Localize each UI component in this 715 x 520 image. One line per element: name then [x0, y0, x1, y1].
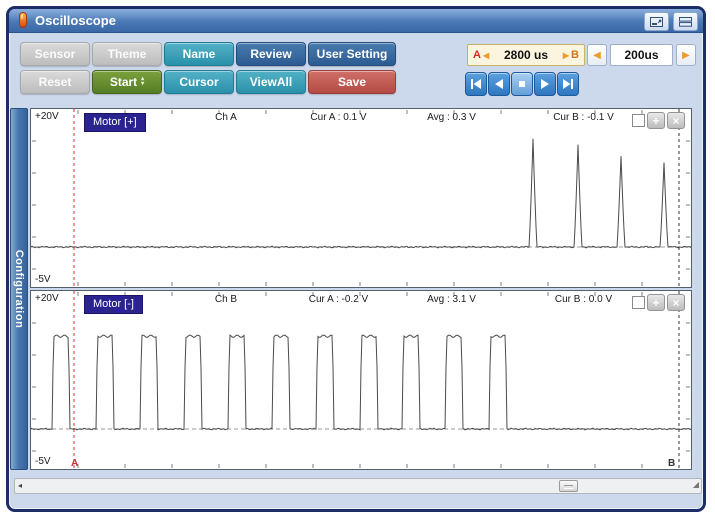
cursor-a-label: A: [473, 49, 481, 61]
viewall-button-label: ViewAll: [250, 75, 292, 89]
start-button-label: Start: [110, 75, 137, 89]
stop-icon: [516, 78, 528, 90]
page: { "window": { "title": "Oscilloscope" },…: [0, 0, 715, 520]
skip-start-icon: [470, 78, 482, 90]
waveform-chart-a[interactable]: [31, 109, 691, 287]
start-button[interactable]: Start ▴ ▾: [92, 70, 162, 94]
cursor-b-value: Cur B : -0.1 V: [521, 112, 646, 123]
theme-button-label: Theme: [108, 47, 147, 61]
app-icon: [18, 12, 28, 33]
name-button[interactable]: Name: [164, 42, 234, 66]
user-setting-button[interactable]: User Setting: [308, 42, 396, 66]
cursor-a-value: Cur A : 0.1 V: [276, 112, 401, 123]
title-bar: Oscilloscope: [9, 9, 703, 33]
configuration-tab-label: Configuration: [13, 250, 25, 329]
right-triangle-icon: ▶: [682, 50, 690, 61]
spinner-down-icon: ▾: [141, 82, 144, 87]
cursor-a-marker: A: [71, 458, 78, 469]
stack-layout-icon: [679, 17, 692, 27]
timebase-display: 200us: [610, 44, 673, 66]
ab-range-value: 2800 us: [491, 48, 561, 62]
theme-button[interactable]: Theme: [92, 42, 162, 66]
plus-icon: +: [652, 115, 659, 127]
stop-button[interactable]: [511, 72, 533, 96]
configuration-tab[interactable]: Configuration: [10, 108, 28, 470]
panel-controls: + ×: [632, 294, 685, 311]
average-value: Avg : 3.1 V: [399, 294, 504, 305]
cursor-b-triangle-icon: ▶: [561, 51, 571, 60]
channel-name-badge: Motor [+]: [84, 113, 146, 132]
cursor-b-label: B: [571, 49, 579, 61]
skip-start-button[interactable]: [465, 72, 487, 96]
review-button[interactable]: Review: [236, 42, 306, 66]
plus-icon: +: [652, 297, 659, 309]
cursor-button-label: Cursor: [179, 75, 218, 89]
reset-button[interactable]: Reset: [20, 70, 90, 94]
voltage-bottom-label: -5V: [35, 274, 51, 285]
panel-close-button[interactable]: ×: [667, 294, 685, 311]
layout-toggle-button[interactable]: [673, 12, 698, 31]
user-setting-button-label: User Setting: [317, 47, 388, 61]
resize-corner-icon[interactable]: ◢: [693, 480, 699, 489]
cursor-a-triangle-icon: ◀: [481, 51, 491, 60]
sensor-button[interactable]: Sensor: [20, 42, 90, 66]
panel-controls: + ×: [632, 112, 685, 129]
cursor-a-value: Cur A : -0.2 V: [276, 294, 401, 305]
close-icon: ×: [672, 297, 679, 309]
timebase-increase-button[interactable]: ▶: [676, 44, 696, 66]
scope-panel-b: +20V Motor [-] Ch B Cur A : -0.2 V Avg :…: [30, 290, 692, 470]
ab-range-display[interactable]: A ◀ 2800 us ▶ B: [467, 44, 585, 66]
window-controls: [644, 12, 698, 31]
panel-close-button[interactable]: ×: [667, 112, 685, 129]
left-triangle-icon: ◀: [593, 50, 601, 61]
average-value: Avg : 0.3 V: [399, 112, 504, 123]
export-window-icon: [650, 17, 663, 27]
save-button-label: Save: [338, 75, 366, 89]
channel-label: Ch A: [181, 112, 271, 123]
scroll-left-icon[interactable]: ◂: [18, 481, 22, 490]
scrollbar-thumb[interactable]: [559, 480, 578, 492]
channel-visible-checkbox[interactable]: [632, 114, 645, 127]
channel-name-badge: Motor [-]: [84, 295, 143, 314]
voltage-top-label: +20V: [35, 293, 59, 304]
start-spinner-icon[interactable]: ▴ ▾: [141, 77, 144, 87]
channel-visible-checkbox[interactable]: [632, 296, 645, 309]
name-button-label: Name: [183, 47, 216, 61]
skip-end-button[interactable]: [557, 72, 579, 96]
scope-panel-a: +20V Motor [+] Ch A Cur A : 0.1 V Avg : …: [30, 108, 692, 288]
window-title: Oscilloscope: [35, 13, 116, 28]
oscilloscope-window: Oscilloscope Sensor Theme Name Revie: [6, 6, 706, 512]
review-button-label: Review: [250, 47, 291, 61]
reset-button-label: Reset: [39, 75, 72, 89]
timebase-decrease-button[interactable]: ◀: [587, 44, 607, 66]
horizontal-scrollbar[interactable]: ◂ ◢: [14, 478, 702, 494]
step-back-icon: [493, 78, 505, 90]
play-forward-icon: [539, 78, 551, 90]
waveform-chart-b[interactable]: [31, 291, 691, 469]
save-button[interactable]: Save: [308, 70, 396, 94]
sensor-button-label: Sensor: [35, 47, 76, 61]
cursor-button[interactable]: Cursor: [164, 70, 234, 94]
play-forward-button[interactable]: [534, 72, 556, 96]
close-icon: ×: [672, 115, 679, 127]
voltage-top-label: +20V: [35, 111, 59, 122]
cursor-b-marker: B: [668, 458, 675, 469]
panel-expand-button[interactable]: +: [647, 294, 665, 311]
cursor-b-value: Cur B : 0.0 V: [521, 294, 646, 305]
channel-label: Ch B: [181, 294, 271, 305]
voltage-bottom-label: -5V: [35, 456, 51, 467]
step-back-button[interactable]: [488, 72, 510, 96]
skip-end-icon: [562, 78, 574, 90]
panel-expand-button[interactable]: +: [647, 112, 665, 129]
capture-window-button[interactable]: [644, 12, 669, 31]
viewall-button[interactable]: ViewAll: [236, 70, 306, 94]
